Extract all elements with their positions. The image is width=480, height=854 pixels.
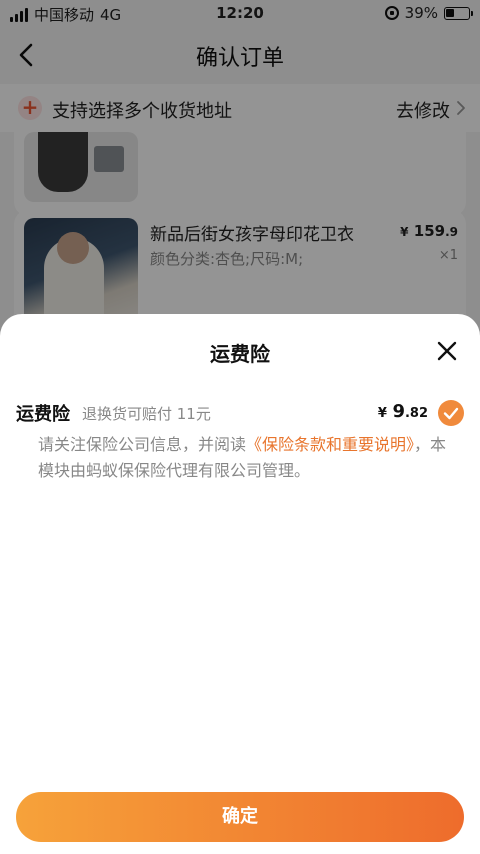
price-integer: 9 (392, 401, 405, 422)
confirm-button[interactable]: 确定 (16, 792, 464, 842)
price-decimal: .82 (404, 406, 428, 421)
insurance-notice: 请关注保险公司信息，并阅读《保险条款和重要说明》，本模块由蚂蚁保保险代理有限公司… (38, 432, 458, 484)
sheet-title: 运费险 (210, 342, 270, 366)
insurance-checkbox[interactable] (438, 400, 464, 426)
currency-symbol: ¥ (377, 406, 387, 421)
insurance-description: 退换货可赔付 11元 (82, 405, 211, 423)
insurance-price: ¥ 9.82 (378, 401, 428, 422)
insurance-name: 运费险 (16, 404, 70, 425)
close-icon (437, 341, 457, 361)
insurance-terms-link[interactable]: 《保险条款和重要说明》 (246, 435, 414, 454)
shipping-insurance-sheet: 运费险 运费险 退换货可赔付 11元 ¥ 9.82 请关注保险公司信息，并阅读《… (0, 314, 480, 854)
insurance-option[interactable]: 运费险 退换货可赔付 11元 ¥ 9.82 (16, 400, 464, 428)
close-button[interactable] (436, 340, 458, 362)
check-icon (443, 407, 459, 420)
notice-text: 请关注保险公司信息，并阅读 (38, 435, 247, 454)
